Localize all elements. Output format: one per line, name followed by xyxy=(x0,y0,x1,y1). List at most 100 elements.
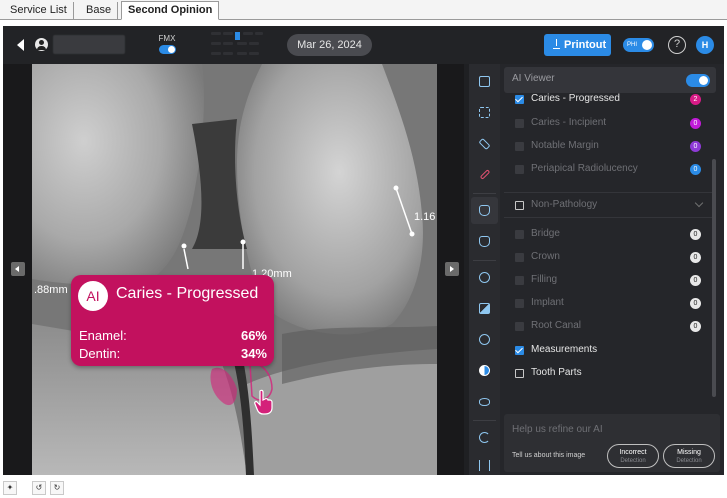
layout-tool[interactable] xyxy=(471,68,498,95)
checkbox[interactable] xyxy=(515,346,524,355)
user-icon xyxy=(35,38,48,51)
fmx-switch[interactable]: FMX xyxy=(155,34,179,54)
non-pathology-section[interactable]: Non-Pathology xyxy=(504,192,716,218)
top-toolbar: FMX Mar 26, 2024 Printout PHI ? H xyxy=(3,26,724,64)
zoom-tool[interactable] xyxy=(471,326,498,353)
checkbox[interactable] xyxy=(515,142,524,151)
finding-label: Periapical Radiolucency xyxy=(531,163,638,174)
restoration-label: Filling xyxy=(531,274,558,285)
restoration-label: Crown xyxy=(531,251,560,262)
checkbox[interactable] xyxy=(515,119,524,128)
ruler-tool[interactable] xyxy=(471,130,498,157)
back-arrow-icon[interactable] xyxy=(17,39,24,51)
previous-image-button[interactable] xyxy=(11,262,25,276)
incorrect-label: Incorrect xyxy=(619,449,647,456)
ai-findings-panel: AI Viewer Caries - Progressed 2 Caries -… xyxy=(500,64,724,475)
tab-service-list[interactable]: Service List xyxy=(4,2,74,20)
avatar[interactable]: H xyxy=(696,36,714,54)
checkbox[interactable] xyxy=(515,369,524,378)
flip-tool[interactable] xyxy=(471,452,498,475)
annotate-tool[interactable] xyxy=(471,161,498,188)
checkbox[interactable] xyxy=(515,165,524,174)
restoration-count-badge: 0 xyxy=(690,275,701,286)
move-icon[interactable]: ✦ xyxy=(3,481,17,495)
layout-icon xyxy=(479,76,490,87)
fmx-label: FMX xyxy=(158,34,176,43)
radiograph-graphic xyxy=(32,64,437,475)
checkbox[interactable] xyxy=(515,95,524,104)
image-viewer[interactable]: 1.16 1.20mm .88mm AI Caries - Progressed… xyxy=(3,64,464,475)
tooth-outline-icon xyxy=(479,236,490,247)
measurement-label: .88mm xyxy=(34,284,68,296)
checkbox[interactable] xyxy=(515,322,524,331)
tool-rail xyxy=(469,64,500,475)
chevron-down-icon[interactable] xyxy=(694,198,704,208)
rotate-tool[interactable] xyxy=(471,424,498,451)
contrast-gradient-icon xyxy=(479,303,490,314)
finding-periapical-radiolucency[interactable]: Periapical Radiolucency 0 xyxy=(515,162,701,180)
tab-base[interactable]: Base xyxy=(80,2,119,20)
checkbox[interactable] xyxy=(515,230,524,239)
phi-toggle[interactable]: PHI xyxy=(623,38,654,52)
feedback-subtitle: Tell us about this image xyxy=(512,452,586,459)
missing-sub: Detection xyxy=(676,458,702,464)
restoration-count-badge: 0 xyxy=(690,229,701,240)
exam-date-selector[interactable]: Mar 26, 2024 xyxy=(287,34,372,56)
fmx-toggle[interactable] xyxy=(158,45,176,54)
restoration-label: Root Canal xyxy=(531,320,582,331)
incorrect-detection-button[interactable]: Incorrect Detection xyxy=(607,444,659,468)
help-icon[interactable]: ? xyxy=(668,36,686,54)
finding-label: Notable Margin xyxy=(531,140,599,151)
invert-icon xyxy=(479,365,490,376)
finding-tooltip: AI Caries - Progressed Enamel: 66% Denti… xyxy=(71,275,274,366)
eye-icon xyxy=(479,398,490,406)
selected-image-marker xyxy=(235,32,240,40)
image-selector-map[interactable] xyxy=(211,30,263,60)
missing-detection-button[interactable]: Missing Detection xyxy=(663,444,715,468)
restoration-root-canal[interactable]: Root Canal 0 xyxy=(515,319,701,337)
rotate-right-icon[interactable]: ↻ xyxy=(50,481,64,495)
tooth-icon xyxy=(479,205,490,216)
next-image-button[interactable] xyxy=(445,262,459,276)
finding-caries-incipient[interactable]: Caries - Incipient 0 xyxy=(515,116,701,134)
checkbox[interactable] xyxy=(515,253,524,262)
rotate-left-icon[interactable]: ↺ xyxy=(32,481,46,495)
radiograph-image[interactable] xyxy=(32,64,437,475)
invert-tool[interactable] xyxy=(471,357,498,384)
restoration-label: Bridge xyxy=(531,228,560,239)
finding-title: Caries - Progressed xyxy=(116,285,259,302)
panel-scrollbar[interactable] xyxy=(712,159,716,397)
visibility-tool[interactable] xyxy=(471,388,498,415)
checkbox[interactable] xyxy=(515,276,524,285)
restoration-bridge[interactable]: Bridge 0 xyxy=(515,227,701,245)
finding-notable-margin[interactable]: Notable Margin 0 xyxy=(515,139,701,157)
restoration-count-badge: 0 xyxy=(690,321,701,332)
finding-count-badge: 0 xyxy=(690,141,701,152)
restoration-label: Implant xyxy=(531,297,564,308)
crosshair-tool[interactable] xyxy=(471,99,498,126)
brightness-tool[interactable] xyxy=(471,264,498,291)
tooth-tool[interactable] xyxy=(471,197,498,224)
pen-icon xyxy=(479,169,491,180)
measurements-toggle[interactable]: Measurements xyxy=(515,343,685,361)
dentin-value: 34% xyxy=(240,346,267,361)
feedback-title: Help us refine our AI xyxy=(512,424,603,435)
tooth-outline-tool[interactable] xyxy=(471,228,498,255)
tab-bar: Service List Base Second Opinion xyxy=(0,0,727,20)
tab-second-opinion[interactable]: Second Opinion xyxy=(121,1,220,20)
ai-viewer-toggle[interactable] xyxy=(686,74,710,87)
restoration-filling[interactable]: Filling 0 xyxy=(515,273,701,291)
finding-label: Caries - Progressed xyxy=(531,93,620,104)
restoration-count-badge: 0 xyxy=(690,252,701,263)
restoration-crown[interactable]: Crown 0 xyxy=(515,250,701,268)
finding-caries-progressed[interactable]: Caries - Progressed 2 xyxy=(515,92,701,110)
contrast-tool[interactable] xyxy=(471,295,498,322)
ai-badge: AI xyxy=(78,281,108,311)
checkbox[interactable] xyxy=(515,201,524,210)
checkbox[interactable] xyxy=(515,299,524,308)
restoration-count-badge: 0 xyxy=(690,298,701,309)
printout-button[interactable]: Printout xyxy=(544,34,611,56)
tooth-parts-toggle[interactable]: Tooth Parts xyxy=(515,366,685,384)
non-pathology-toggle[interactable]: Non-Pathology xyxy=(515,198,685,216)
restoration-implant[interactable]: Implant 0 xyxy=(515,296,701,314)
